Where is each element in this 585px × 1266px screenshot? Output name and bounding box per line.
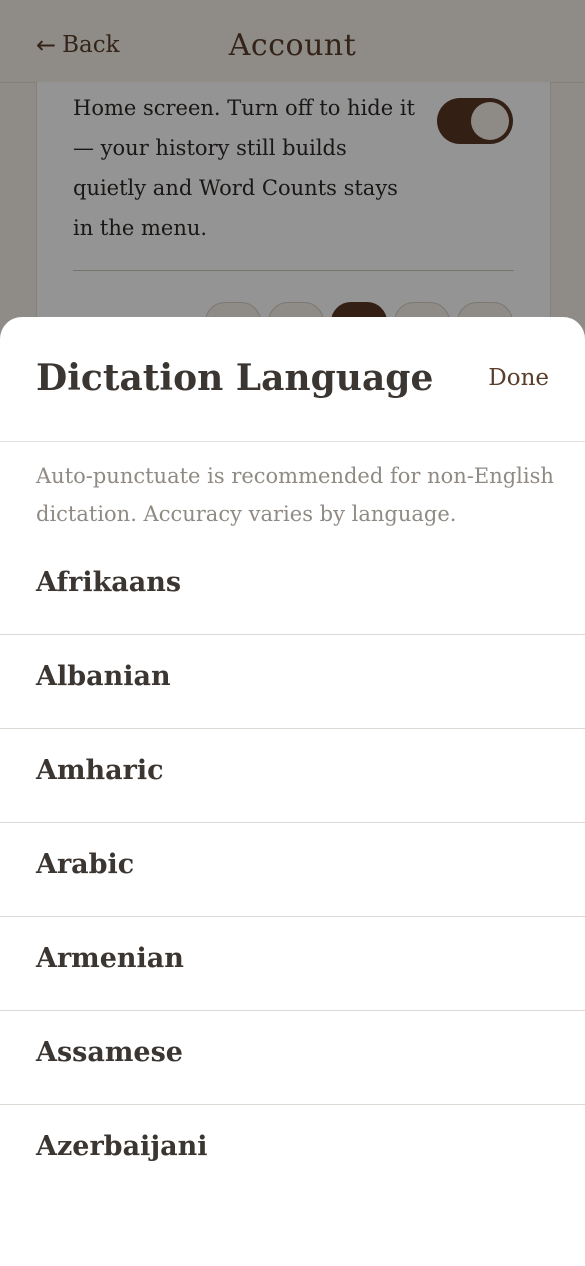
language-item-amharic[interactable]: Amharic xyxy=(0,729,585,823)
language-sheet: Dictation Language Done Auto-punctuate i… xyxy=(0,317,585,1266)
sheet-title: Dictation Language xyxy=(36,357,434,399)
language-item-assamese[interactable]: Assamese xyxy=(0,1011,585,1105)
language-label: Azerbaijani xyxy=(36,1131,208,1162)
done-button[interactable]: Done xyxy=(488,365,549,391)
language-label: Amharic xyxy=(36,755,164,786)
language-item-albanian[interactable]: Albanian xyxy=(0,635,585,729)
language-item-afrikaans[interactable]: Afrikaans xyxy=(0,541,585,635)
language-item-armenian[interactable]: Armenian xyxy=(0,917,585,1011)
language-item-azerbaijani[interactable]: Azerbaijani xyxy=(0,1105,585,1199)
language-item-arabic[interactable]: Arabic xyxy=(0,823,585,917)
language-label: Assamese xyxy=(36,1037,183,1068)
language-label: Armenian xyxy=(36,943,184,974)
language-list: Afrikaans Albanian Amharic Arabic Armeni… xyxy=(0,541,585,1199)
language-label: Arabic xyxy=(36,849,135,880)
app-screen: ← Back Account Home screen. Turn off to … xyxy=(0,0,585,1266)
sheet-hint: Auto-punctuate is recommended for non-En… xyxy=(36,464,554,526)
language-label: Albanian xyxy=(36,661,171,692)
sheet-header: Dictation Language Done xyxy=(0,317,585,442)
language-label: Afrikaans xyxy=(36,567,182,598)
